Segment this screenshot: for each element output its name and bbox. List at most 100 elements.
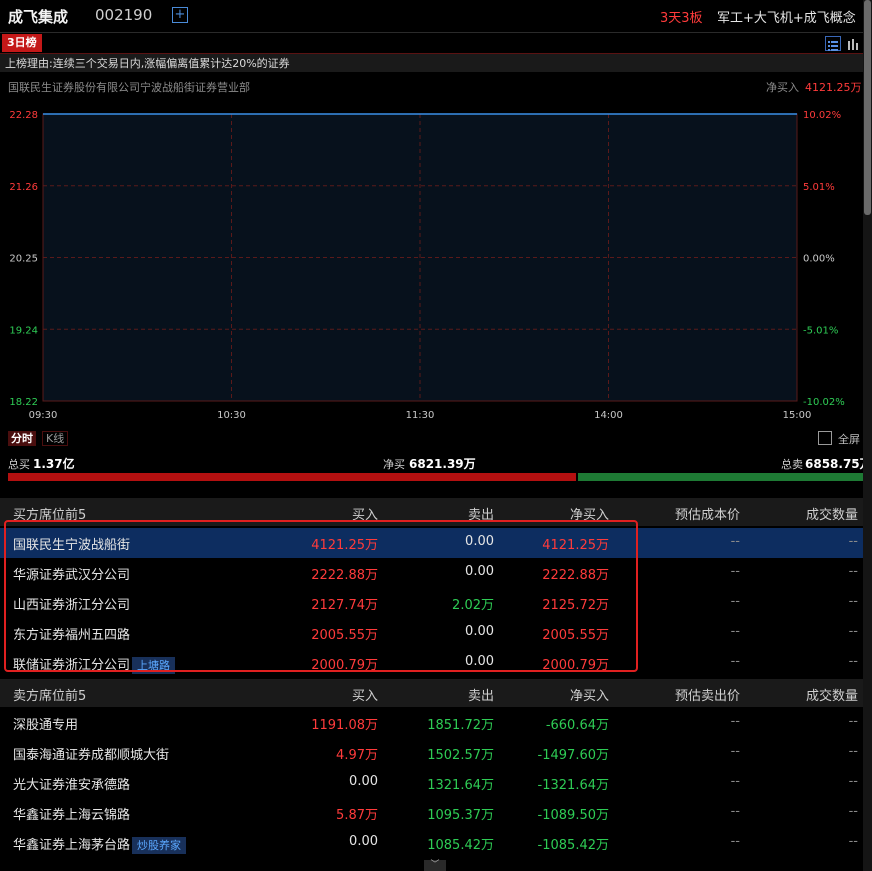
volume: -- (848, 654, 858, 669)
selected-broker-name: 国联民生证券股份有限公司宁波战船街证券营业部 (8, 81, 250, 94)
seat-name-text: 山西证券浙江分公司 (13, 598, 131, 613)
est-price: -- (730, 744, 740, 759)
board-count-badge: 3天3板 (660, 11, 703, 26)
price-tick-label: 22.28 (9, 110, 38, 121)
header-est-sell-price[interactable]: 预估卖出价 (675, 685, 740, 704)
percent-tick-label: 0.00% (803, 254, 835, 265)
volume: -- (848, 774, 858, 789)
concept-tags[interactable]: 军工+大飞机+成飞概念 (717, 7, 856, 26)
est-price: -- (730, 714, 740, 729)
tab-3-day-ranking[interactable]: 3日榜 (2, 34, 42, 52)
total-buy-value: 1.37亿 (33, 457, 75, 471)
tab-kline[interactable]: K线 (42, 431, 69, 446)
percent-tick-label: 10.02% (803, 110, 841, 121)
volume: -- (848, 714, 858, 729)
sell-amount: 1095.37万 (427, 808, 494, 823)
seat-name-text: 光大证券淮安承德路 (13, 778, 131, 793)
header-est-cost[interactable]: 预估成本价 (675, 504, 740, 523)
buy-amount: 5.87万 (336, 808, 378, 823)
volume: -- (848, 744, 858, 759)
buy-amount: 2000.79万 (311, 658, 378, 673)
table-row[interactable]: 东方证券福州五四路 2005.55万 0.00 2005.55万 -- -- (0, 618, 864, 648)
ranking-tab-bar (0, 33, 872, 54)
total-net-value: 6821.39万 (409, 457, 476, 471)
seat-name: 国泰海通证券成都顺城大街 (13, 744, 169, 763)
header-net-buy[interactable]: 净买入 (570, 504, 609, 523)
seat-name-text: 国联民生宁波战船街 (13, 538, 131, 553)
list-view-icon[interactable] (825, 36, 841, 51)
table-row[interactable]: 深股通专用 1191.08万 1851.72万 -660.64万 -- -- (0, 708, 864, 738)
seat-name: 东方证券福州五四路 (13, 624, 130, 643)
seat-name-text: 深股通专用 (13, 718, 79, 733)
volume: -- (848, 804, 858, 819)
intraday-chart: 22.28 21.26 20.25 19.24 18.22 10.02% 5.01% 0.00… (9, 110, 845, 421)
table-row[interactable]: 国泰海通证券成都顺城大街 4.97万 1502.57万 -1497.60万 -- -- (0, 738, 864, 768)
net-buy-amount: -1089.50万 (537, 808, 609, 823)
seat-name: 华源证券武汉分公司 (13, 564, 130, 583)
seat-name-text: 东方证券福州五四路 (13, 628, 131, 643)
table-row[interactable]: 光大证券淮安承德路 0.00 1321.64万 -1321.64万 -- -- (0, 768, 864, 798)
percent-tick-label: -5.01% (803, 325, 838, 336)
seat-tag-badge[interactable]: 上塘路 (132, 657, 176, 674)
seat-name-text: 华源证券武汉分公司 (13, 568, 131, 583)
est-price: -- (730, 534, 740, 549)
table-row[interactable]: 华鑫证券上海云锦路 5.87万 1095.37万 -1089.50万 -- -- (0, 798, 864, 828)
seat-name: 光大证券淮安承德路 (13, 774, 130, 793)
sell-amount: 0.00 (465, 534, 494, 549)
sell-amount: 0.00 (465, 654, 494, 669)
net-buy-amount: 2125.72万 (542, 598, 609, 613)
seat-name: 华鑫证券上海云锦路 (13, 804, 130, 823)
sell-amount: 0.00 (465, 624, 494, 639)
est-price: -- (730, 624, 740, 639)
fullscreen-icon[interactable] (818, 431, 832, 445)
est-price: -- (730, 804, 740, 819)
header-buy[interactable]: 买入 (352, 504, 378, 523)
listing-reason: 上榜理由:连续三个交易日内,涨幅偏离值累计达20%的证券 (5, 57, 290, 70)
scrollbar-thumb[interactable] (864, 0, 871, 215)
net-buy-amount: -1085.42万 (537, 838, 609, 853)
volume: -- (848, 534, 858, 549)
bar-chart-icon[interactable] (846, 36, 860, 50)
volume: -- (848, 564, 858, 579)
est-price: -- (730, 594, 740, 609)
buy-amount: 2005.55万 (311, 628, 378, 643)
tab-intraday[interactable]: 分时 (8, 431, 36, 446)
net-buy-value: 4121.25万 (805, 81, 862, 94)
table-row[interactable]: 山西证券浙江分公司 2127.74万 2.02万 2125.72万 -- -- (0, 588, 864, 618)
net-buy-amount: -660.64万 (545, 718, 609, 733)
sell-table-header: 卖方席位前5 买入 卖出 净买入 预估卖出价 成交数量 (0, 679, 864, 707)
total-sell-label: 总卖 (781, 458, 803, 471)
price-tick-label: 19.24 (9, 325, 38, 336)
time-tick-label: 15:00 (783, 410, 812, 421)
table-row[interactable]: 华鑫证券上海茅台路 炒股养家 0.00 1085.42万 -1085.42万 -- -- (0, 828, 864, 858)
buy-amount: 1191.08万 (311, 718, 378, 733)
buy-amount: 2222.88万 (311, 568, 378, 583)
stock-name: 成飞集成 (8, 8, 69, 26)
time-tick-label: 14:00 (594, 410, 623, 421)
seat-name-text: 华鑫证券上海云锦路 (13, 808, 131, 823)
seat-name-text: 国泰海通证券成都顺城大街 (13, 748, 170, 763)
header-net-buy[interactable]: 净买入 (570, 685, 609, 704)
table-row[interactable]: 华源证券武汉分公司 2222.88万 0.00 2222.88万 -- -- (0, 558, 864, 588)
est-price: -- (730, 834, 740, 849)
header-volume[interactable]: 成交数量 (806, 685, 858, 704)
volume: -- (848, 624, 858, 639)
seat-tag-badge[interactable]: 炒股养家 (132, 837, 187, 854)
expand-more-icon[interactable]: ﹀ (424, 860, 446, 871)
net-buy-amount: -1321.64万 (537, 778, 609, 793)
fullscreen-button[interactable]: 全屏 (838, 431, 860, 447)
header-sell[interactable]: 卖出 (468, 685, 494, 704)
header-volume[interactable]: 成交数量 (806, 504, 858, 523)
header-buy[interactable]: 买入 (352, 685, 378, 704)
buy-amount: 0.00 (349, 834, 378, 849)
percent-tick-label: -10.02% (803, 397, 845, 408)
total-sell-value: 6858.75万 (805, 457, 872, 471)
seat-name-text: 联储证券浙江分公司 (13, 658, 131, 673)
price-tick-label: 18.22 (9, 397, 38, 408)
header-sell[interactable]: 卖出 (468, 504, 494, 523)
add-to-watchlist-button[interactable]: + (172, 7, 188, 23)
table-row[interactable]: 联储证券浙江分公司 上塘路 2000.79万 0.00 2000.79万 -- -- (0, 648, 864, 678)
buy-amount: 2127.74万 (311, 598, 378, 613)
seat-name-text: 华鑫证券上海茅台路 (13, 838, 131, 853)
table-row[interactable]: 国联民生宁波战船街 4121.25万 0.00 4121.25万 -- -- (0, 528, 864, 558)
